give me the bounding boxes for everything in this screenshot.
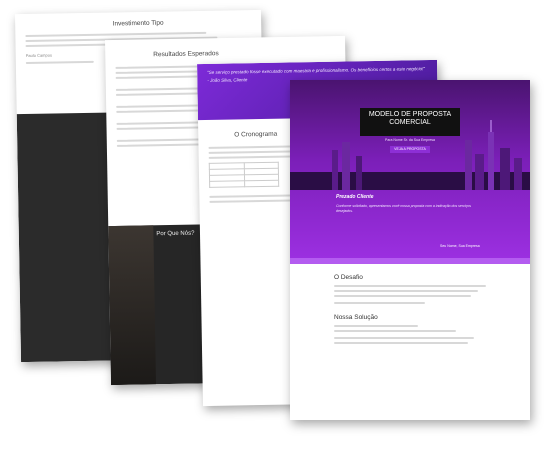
proposal-cover-page: MODELO DE PROPOSTA COMERCIAL Para Nome S… [290,80,530,420]
page-heading: Investimento Tipo [112,19,164,28]
greeting: Prezado Cliente [336,194,374,200]
cover-subtitle: Para Nome Sr. da Sua Empresa [385,138,435,142]
view-proposal-button[interactable]: VEJA A PROPOSTA [390,146,430,153]
section-heading-desafio: O Desafio [334,274,363,281]
section-heading: Por Que Nós? [156,230,195,238]
page-heading: Resultados Esperados [153,50,219,59]
section-heading-solucao: Nossa Solução [334,314,378,321]
signature: Seu Nome, Sua Empresa [440,244,480,248]
intro-text: Conforme solicitado, apresentamos você n… [336,204,472,213]
testimonial-quote: "Se serviço prestado fosse executado com… [207,66,426,75]
cover-hero: MODELO DE PROPOSTA COMERCIAL Para Nome S… [290,80,530,258]
schedule-table [209,162,279,188]
office-photo [108,225,157,386]
cover-title: MODELO DE PROPOSTA COMERCIAL [360,108,460,136]
